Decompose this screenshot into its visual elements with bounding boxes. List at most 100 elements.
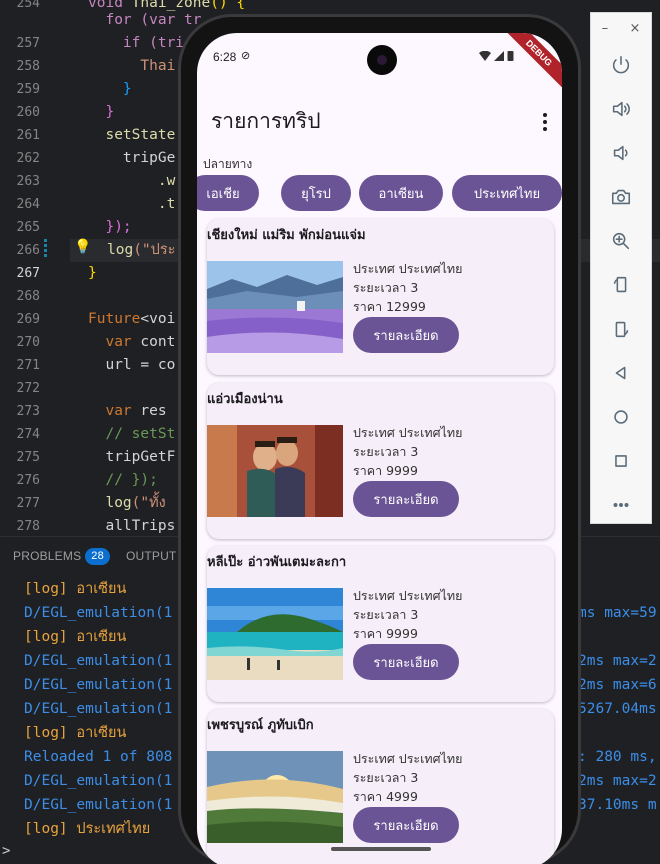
zoom-button[interactable]	[591, 219, 651, 263]
code-line: });	[88, 219, 132, 235]
trip-info: ประเทศ ประเทศไทย ระยะเวลา 3 ราคา 4999	[353, 749, 462, 806]
line-number: 275	[16, 450, 40, 465]
detail-button[interactable]: รายละเอียด	[353, 644, 459, 680]
line-number: 271	[16, 358, 40, 373]
emulator-toolbar: – ×	[590, 12, 652, 524]
destination-label: ปลายทาง	[203, 157, 253, 171]
chip-thailand[interactable]: ประเทศไทย	[452, 175, 562, 211]
trip-card[interactable]: เพชรบูรณ์ ภูทับเบิก ประเทศ ประเทศไทย ระย…	[207, 709, 554, 864]
camera-button[interactable]	[591, 175, 651, 219]
notification-icon: ⊘	[241, 50, 251, 62]
log-line: [log] อาเซียน	[24, 725, 127, 741]
log-line: Reloaded 1 of 808	[24, 749, 173, 765]
zoom-icon	[612, 232, 630, 250]
line-number: 258	[16, 59, 40, 74]
code-line: log("ทั้ง	[88, 495, 166, 511]
tab-output[interactable]: OUTPUT	[126, 549, 177, 563]
log-line-tail: 2ms max=2	[578, 653, 657, 669]
destination-chips: เอเชีย ยุโรป อาเซียน ประเทศไทย	[197, 175, 562, 211]
line-number: 276	[16, 473, 40, 488]
trip-card[interactable]: เชียงใหม่ แม่ริม พักม่อนแจ่ม ประเทศ ประเ…	[207, 219, 554, 375]
rotate-right-icon	[615, 321, 629, 338]
trip-country: ประเทศ ประเทศไทย	[353, 751, 463, 766]
rotate-left-button[interactable]	[591, 263, 651, 307]
trip-title: หลีเป๊ะ อ่าวพันเตมะละกา	[207, 555, 347, 570]
lightbulb-icon[interactable]: 💡	[74, 239, 91, 255]
detail-button[interactable]: รายละเอียด	[353, 481, 459, 517]
chip-asia[interactable]: เอเชีย	[197, 175, 259, 211]
gesture-bar[interactable]	[331, 847, 431, 851]
code-line: .t	[88, 196, 176, 212]
log-line-tail: 37.10ms m	[578, 797, 657, 813]
detail-button[interactable]: รายละเอียด	[353, 317, 459, 353]
line-number: 261	[16, 128, 40, 143]
status-time: 6:28	[213, 50, 237, 64]
code-line: var res	[88, 403, 167, 419]
trip-duration: ระยะเวลา 3	[353, 607, 419, 622]
code-line: allTrips	[88, 518, 176, 534]
log-line: D/EGL_emulation(1	[24, 701, 173, 717]
back-button[interactable]	[591, 351, 651, 395]
log-line: [log] อาเซียน	[24, 581, 127, 597]
line-number: 265	[16, 220, 40, 235]
code-line: }	[88, 265, 97, 281]
line-number: 273	[16, 404, 40, 419]
home-icon	[614, 410, 628, 424]
trip-card[interactable]: แอ่วเมืองน่าน ประเทศ ประเทศไทย ระยะเวลา …	[207, 383, 554, 539]
more-button[interactable]	[591, 483, 651, 527]
terminal-prompt[interactable]: >	[2, 843, 10, 859]
code-line: if (tri	[88, 35, 185, 51]
trip-image	[207, 751, 343, 843]
line-number: 277	[16, 496, 40, 511]
log-line: D/EGL_emulation(1	[24, 773, 173, 789]
line-number: 259	[16, 82, 40, 97]
trip-image	[207, 425, 343, 517]
code-line: var cont	[88, 334, 176, 350]
log-line: D/EGL_emulation(1	[24, 677, 173, 693]
trip-title: แอ่วเมืองน่าน	[207, 392, 283, 407]
tab-problems[interactable]: PROBLEMS 28	[13, 547, 110, 565]
page-title: รายการทริป	[211, 109, 321, 133]
trip-price: ราคา 9999	[353, 626, 418, 641]
camera-cutout	[367, 45, 397, 75]
minimize-button[interactable]: –	[602, 21, 609, 36]
close-button[interactable]: ×	[629, 21, 640, 36]
rotate-left-icon	[613, 276, 627, 293]
line-number: 270	[16, 335, 40, 350]
home-button[interactable]	[591, 395, 651, 439]
detail-button[interactable]: รายละเอียด	[353, 807, 459, 843]
log-line-tail: : 280 ms,	[578, 749, 657, 765]
power-button[interactable]	[591, 43, 651, 87]
log-line-tail: ms max=59	[578, 605, 657, 621]
code-line: for (var tr	[88, 12, 202, 28]
chip-asean[interactable]: อาเซียน	[359, 175, 443, 211]
trip-title: เพชรบูรณ์ ภูทับเบิก	[207, 718, 314, 733]
phone-frame: 6:28 ⊘ DEBUG รายการทริป ปลายทาง เอเชีย ย…	[178, 14, 581, 864]
line-number: 274	[16, 427, 40, 442]
chip-europe[interactable]: ยุโรป	[281, 175, 351, 211]
code-line: // setSt	[88, 426, 176, 442]
log-line-tail: 2ms max=2	[578, 773, 657, 789]
line-number: 264	[16, 197, 40, 212]
code-line: }	[88, 81, 132, 97]
log-line: D/EGL_emulation(1	[24, 653, 173, 669]
volume-up-button[interactable]	[591, 87, 651, 131]
more-vert-icon[interactable]	[542, 113, 548, 131]
line-number: 278	[16, 519, 40, 534]
code-line: setState	[88, 127, 176, 143]
more-icon	[613, 503, 629, 507]
trip-price: ราคา 4999	[353, 789, 418, 804]
trip-country: ประเทศ ประเทศไทย	[353, 588, 463, 603]
log-line: D/EGL_emulation(1	[24, 797, 173, 813]
code-line: Thai	[88, 58, 176, 74]
volume-down-button[interactable]	[591, 131, 651, 175]
back-icon	[615, 366, 626, 380]
trip-info: ประเทศ ประเทศไทย ระยะเวลา 3 ราคา 9999	[353, 423, 462, 480]
overview-button[interactable]	[591, 439, 651, 483]
line-number: 257	[16, 36, 40, 51]
trip-card[interactable]: หลีเป๊ะ อ่าวพันเตมะละกา ประเทศ ประเทศไทย…	[207, 546, 554, 702]
modified-line-marker	[44, 239, 47, 257]
line-number-gutter: 254 257 258 259 260 261 262 263 264 265 …	[0, 0, 44, 536]
rotate-right-button[interactable]	[591, 307, 651, 351]
trip-info: ประเทศ ประเทศไทย ระยะเวลา 3 ราคา 12999	[353, 259, 462, 316]
